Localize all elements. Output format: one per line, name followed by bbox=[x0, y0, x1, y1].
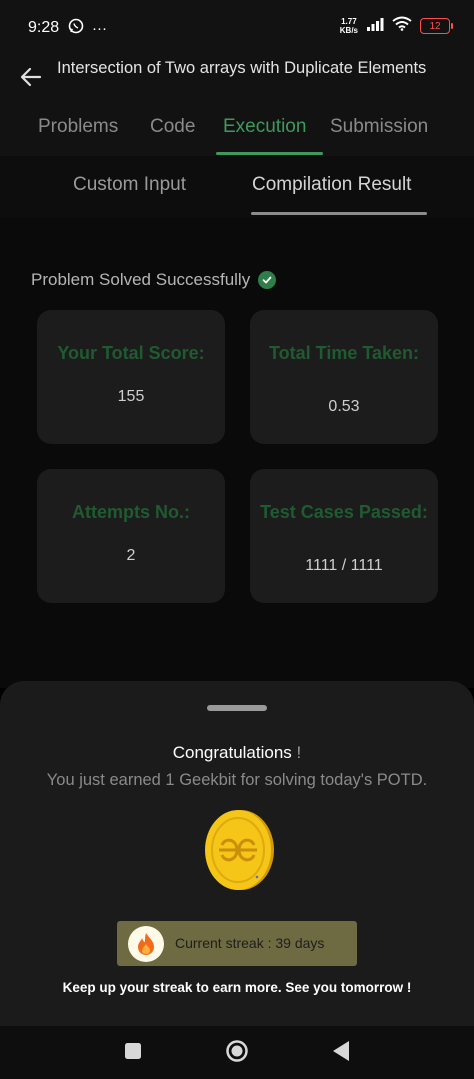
tab-code[interactable]: Code bbox=[150, 116, 195, 138]
recents-icon[interactable] bbox=[120, 1038, 146, 1064]
net-speed: 1.77 KB/s bbox=[340, 17, 358, 35]
sheet-drag-handle[interactable] bbox=[207, 705, 267, 711]
testcases-value: 1111 / 1111 bbox=[305, 557, 383, 574]
time-value: 0.53 bbox=[328, 398, 360, 415]
back-nav-icon[interactable] bbox=[328, 1038, 354, 1064]
page-title: Intersection of Two arrays with Duplicat… bbox=[57, 59, 427, 77]
battery-icon: 12 bbox=[420, 18, 453, 34]
net-speed-unit: KB/s bbox=[339, 26, 358, 35]
header: Intersection of Two arrays with Duplicat… bbox=[0, 56, 474, 156]
status-bar: 9:28 ··· 1.77 KB/s 12 bbox=[0, 0, 474, 56]
streak-badge: Current streak : 39 days bbox=[117, 921, 357, 966]
tab-execution[interactable]: Execution bbox=[223, 116, 306, 138]
subtab-compilation-result[interactable]: Compilation Result bbox=[252, 174, 411, 196]
card-label: Attempts No.: bbox=[72, 502, 190, 522]
keep-up-message: Keep up your streak to earn more. See yo… bbox=[62, 980, 412, 995]
status-time: 9:28 bbox=[28, 19, 60, 36]
tab-problems[interactable]: Problems bbox=[38, 116, 118, 138]
time-card: Total Time Taken: 0.53 bbox=[250, 310, 438, 444]
active-subtab-indicator bbox=[251, 212, 427, 215]
more-notifications-icon: ··· bbox=[92, 19, 107, 37]
solved-status-text: Problem Solved Successfully bbox=[31, 270, 251, 289]
card-label: Test Cases Passed: bbox=[260, 502, 428, 522]
status-right: 1.77 KB/s 12 bbox=[340, 16, 453, 36]
card-label: Total Time Taken: bbox=[268, 343, 420, 363]
tab-submission[interactable]: Submission bbox=[330, 116, 428, 138]
streak-text: Current streak : 39 days bbox=[175, 935, 325, 951]
score-value: 155 bbox=[117, 388, 145, 405]
coin-icon bbox=[203, 809, 275, 891]
congrats-heading: Congratulations ! bbox=[0, 743, 474, 763]
geekbit-bottom-sheet: Congratulations ! You just earned 1 Geek… bbox=[0, 681, 474, 1026]
wifi-icon bbox=[392, 16, 412, 36]
net-speed-value: 1.77 bbox=[341, 17, 357, 26]
flame-icon bbox=[128, 926, 164, 962]
testcases-card: Test Cases Passed: 1111 / 1111 bbox=[250, 469, 438, 603]
attempts-card: Attempts No.: 2 bbox=[37, 469, 225, 603]
congrats-text: Congratulations bbox=[172, 743, 292, 762]
card-label: Your Total Score: bbox=[57, 343, 205, 363]
tab-bar: Problems Code Execution Submission bbox=[0, 112, 474, 156]
subtab-custom-input[interactable]: Custom Input bbox=[73, 174, 186, 196]
home-icon[interactable] bbox=[224, 1038, 250, 1064]
check-circle-icon bbox=[258, 271, 277, 289]
active-tab-indicator bbox=[216, 152, 323, 155]
status-left-icons: ··· bbox=[68, 18, 107, 38]
whatsapp-icon bbox=[68, 18, 84, 38]
solved-status: Problem Solved Successfully bbox=[31, 270, 277, 290]
score-card: Your Total Score: 155 bbox=[37, 310, 225, 444]
signal-icon bbox=[366, 17, 384, 36]
back-arrow-icon[interactable] bbox=[18, 64, 44, 90]
result-panel: Problem Solved Successfully Your Total S… bbox=[0, 218, 474, 688]
attempts-value: 2 bbox=[126, 547, 136, 564]
system-nav-bar bbox=[0, 1026, 474, 1079]
earned-message: You just earned 1 Geekbit for solving to… bbox=[46, 771, 428, 789]
subtab-bar: Custom Input Compilation Result bbox=[0, 156, 474, 218]
congrats-bang: ! bbox=[296, 743, 302, 762]
